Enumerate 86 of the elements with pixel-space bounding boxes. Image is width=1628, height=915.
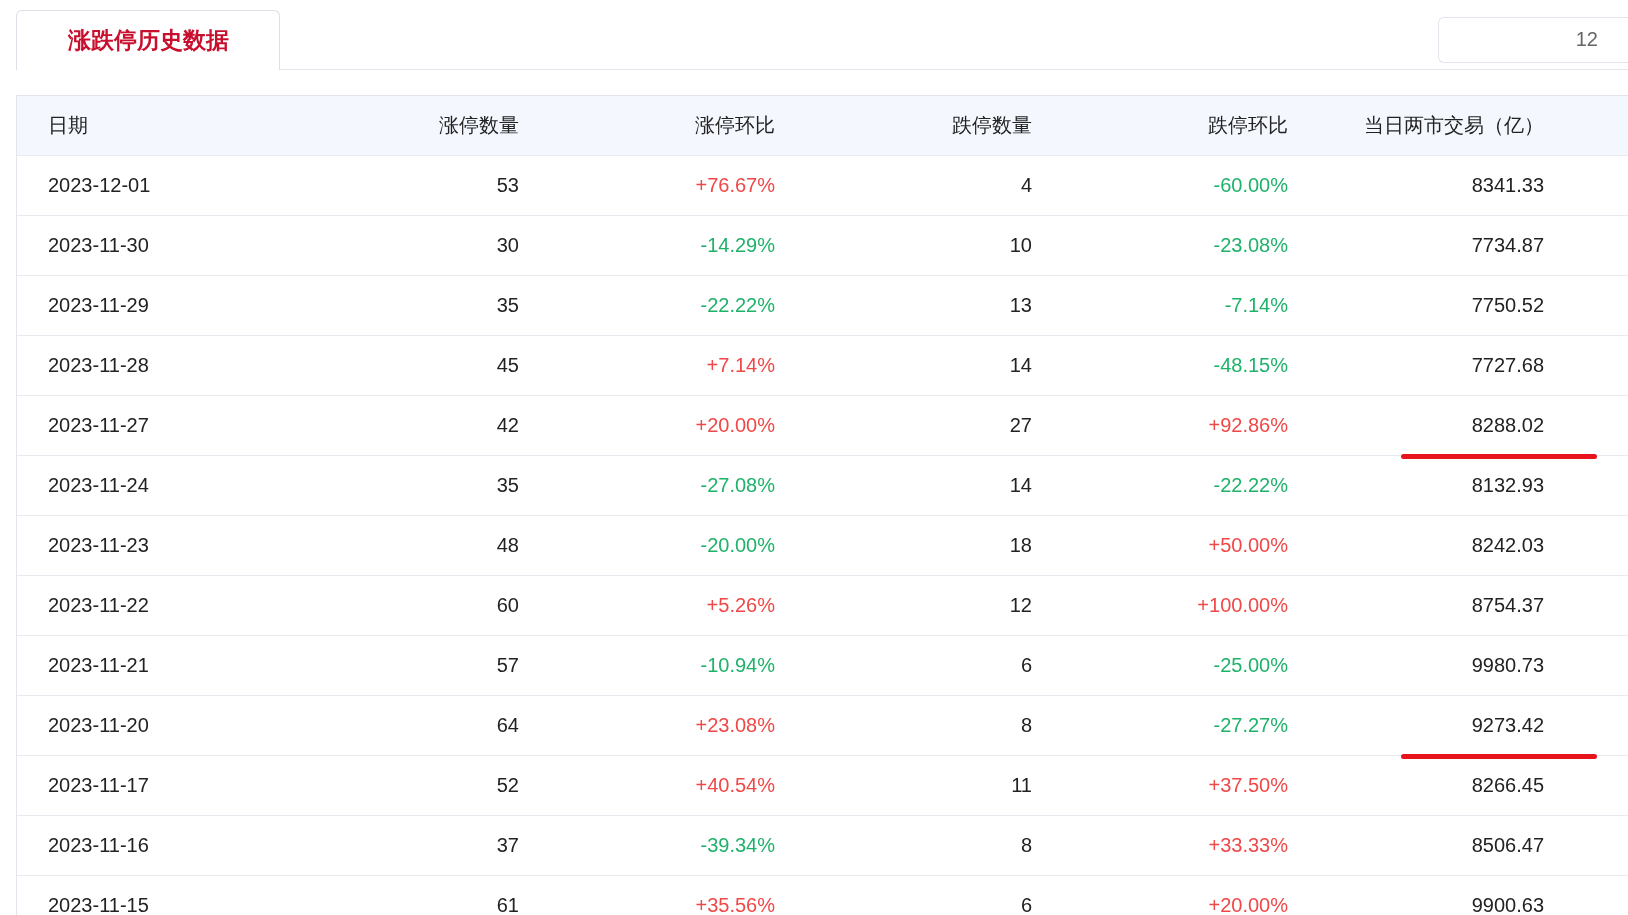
change-cell-text: +92.86%	[1207, 414, 1288, 437]
table-cell-text: 30	[495, 234, 519, 257]
change-cell-text: -60.00%	[1212, 174, 1288, 197]
table-cell-text: 9273.42	[1470, 714, 1544, 737]
table-cell-text: 11	[1010, 774, 1032, 797]
table-cell-text: 37	[495, 834, 519, 857]
table-cell-text: 18	[1008, 534, 1032, 557]
change-cell-text: -27.27%	[1212, 714, 1288, 737]
change-cell-text: -25.00%	[1212, 654, 1288, 677]
table-cell-text: 9900.63	[1470, 894, 1544, 915]
history-tab[interactable]: 涨跌停历史数据	[16, 10, 280, 70]
date-cell-text: 2023-11-20	[47, 714, 150, 737]
table-cell-text: 60	[495, 594, 519, 617]
table-cell-text: 7734.87	[1470, 234, 1544, 257]
table-cell-text: 13	[1008, 294, 1032, 317]
column-header: 日期	[47, 113, 89, 138]
table-cell-text: 8266.45	[1470, 774, 1544, 797]
date-cell-text: 2023-12-01	[47, 174, 152, 197]
table-cell-text: 8288.02	[1470, 414, 1544, 437]
table-cell-text: 7727.68	[1470, 354, 1544, 377]
table-cell-text: 8242.03	[1470, 534, 1544, 557]
table-cell-text: 57	[495, 654, 519, 677]
change-cell-text: +23.08%	[694, 714, 775, 737]
change-cell-text: -22.22%	[1212, 474, 1288, 497]
table-cell-text: 61	[495, 894, 519, 915]
table-cell-text: 53	[495, 174, 519, 197]
table-cell-text: 8754.37	[1470, 594, 1544, 617]
date-cell-text: 2023-11-22	[47, 594, 150, 617]
change-cell-text: +37.50%	[1207, 774, 1288, 797]
table-cell-text: 7750.52	[1470, 294, 1544, 317]
column-header: 涨停环比	[694, 113, 775, 138]
change-cell-text: -22.22%	[699, 294, 775, 317]
change-cell-text: +20.00%	[1207, 894, 1288, 915]
change-cell-text: +7.14%	[705, 354, 775, 377]
table-cell-text: 8	[1019, 834, 1032, 857]
column-header: 当日两市交易（亿）	[1363, 113, 1544, 138]
table-cell-text: 9980.73	[1470, 654, 1544, 677]
table-cell-text: 10	[1008, 234, 1032, 257]
change-cell-text: +5.26%	[705, 594, 775, 617]
table-cell-text: 8	[1019, 714, 1032, 737]
change-cell-text: -23.08%	[1212, 234, 1288, 257]
date-cell-text: 2023-11-27	[47, 414, 150, 437]
table-cell-text: 64	[495, 714, 519, 737]
change-cell-text: -39.34%	[699, 834, 775, 857]
date-cell-text: 2023-11-21	[47, 654, 150, 677]
table-cell-text: 8341.33	[1470, 174, 1544, 197]
table-cell-text: 42	[495, 414, 519, 437]
change-cell-text: +35.56%	[694, 894, 775, 915]
date-cell-text: 2023-11-17	[47, 774, 150, 797]
date-cell-text: 2023-11-16	[47, 834, 150, 857]
date-field[interactable]: 12	[1438, 16, 1628, 63]
table-cell-text: 8132.93	[1470, 474, 1544, 497]
change-cell-text: +40.54%	[694, 774, 775, 797]
change-cell-text: +20.00%	[694, 414, 775, 437]
table-cell-text: 14	[1008, 354, 1032, 377]
date-cell-text: 2023-11-30	[47, 234, 150, 257]
change-cell-text: +100.00%	[1196, 594, 1288, 617]
change-cell-text: -27.08%	[699, 474, 775, 497]
date-cell-text: 2023-11-24	[47, 474, 150, 497]
column-header: 跌停数量	[951, 113, 1032, 138]
table-cell-text: 6	[1019, 894, 1032, 915]
change-cell-text: -10.94%	[699, 654, 775, 677]
table-cell-text: 35	[495, 474, 519, 497]
table-cell-text: 48	[495, 534, 519, 557]
table-cell-text: 12	[1008, 594, 1032, 617]
date-cell-text: 2023-11-15	[47, 894, 150, 915]
change-cell-text: +33.33%	[1207, 834, 1288, 857]
change-cell-text: -14.29%	[699, 234, 775, 257]
date-cell-text: 2023-11-28	[47, 354, 150, 377]
change-cell-text: -7.14%	[1223, 294, 1288, 317]
change-cell-text: -48.15%	[1212, 354, 1288, 377]
table-cell-text: 27	[1008, 414, 1032, 437]
table-cell-text: 8506.47	[1470, 834, 1544, 857]
table-cell-text: 4	[1019, 174, 1032, 197]
table-cell-text: 6	[1019, 654, 1032, 677]
column-header: 涨停数量	[438, 113, 519, 138]
change-cell-text: -20.00%	[699, 534, 775, 557]
table-cell-text: 45	[495, 354, 519, 377]
table-cell-text: 52	[495, 774, 519, 797]
change-cell-text: +50.00%	[1207, 534, 1288, 557]
table-cell-text: 35	[495, 294, 519, 317]
date-cell-text: 2023-11-23	[47, 534, 150, 557]
column-header: 跌停环比	[1207, 113, 1288, 138]
table-cell-text: 14	[1008, 474, 1032, 497]
date-cell-text: 2023-11-29	[47, 294, 150, 317]
change-cell-text: +76.67%	[694, 174, 775, 197]
